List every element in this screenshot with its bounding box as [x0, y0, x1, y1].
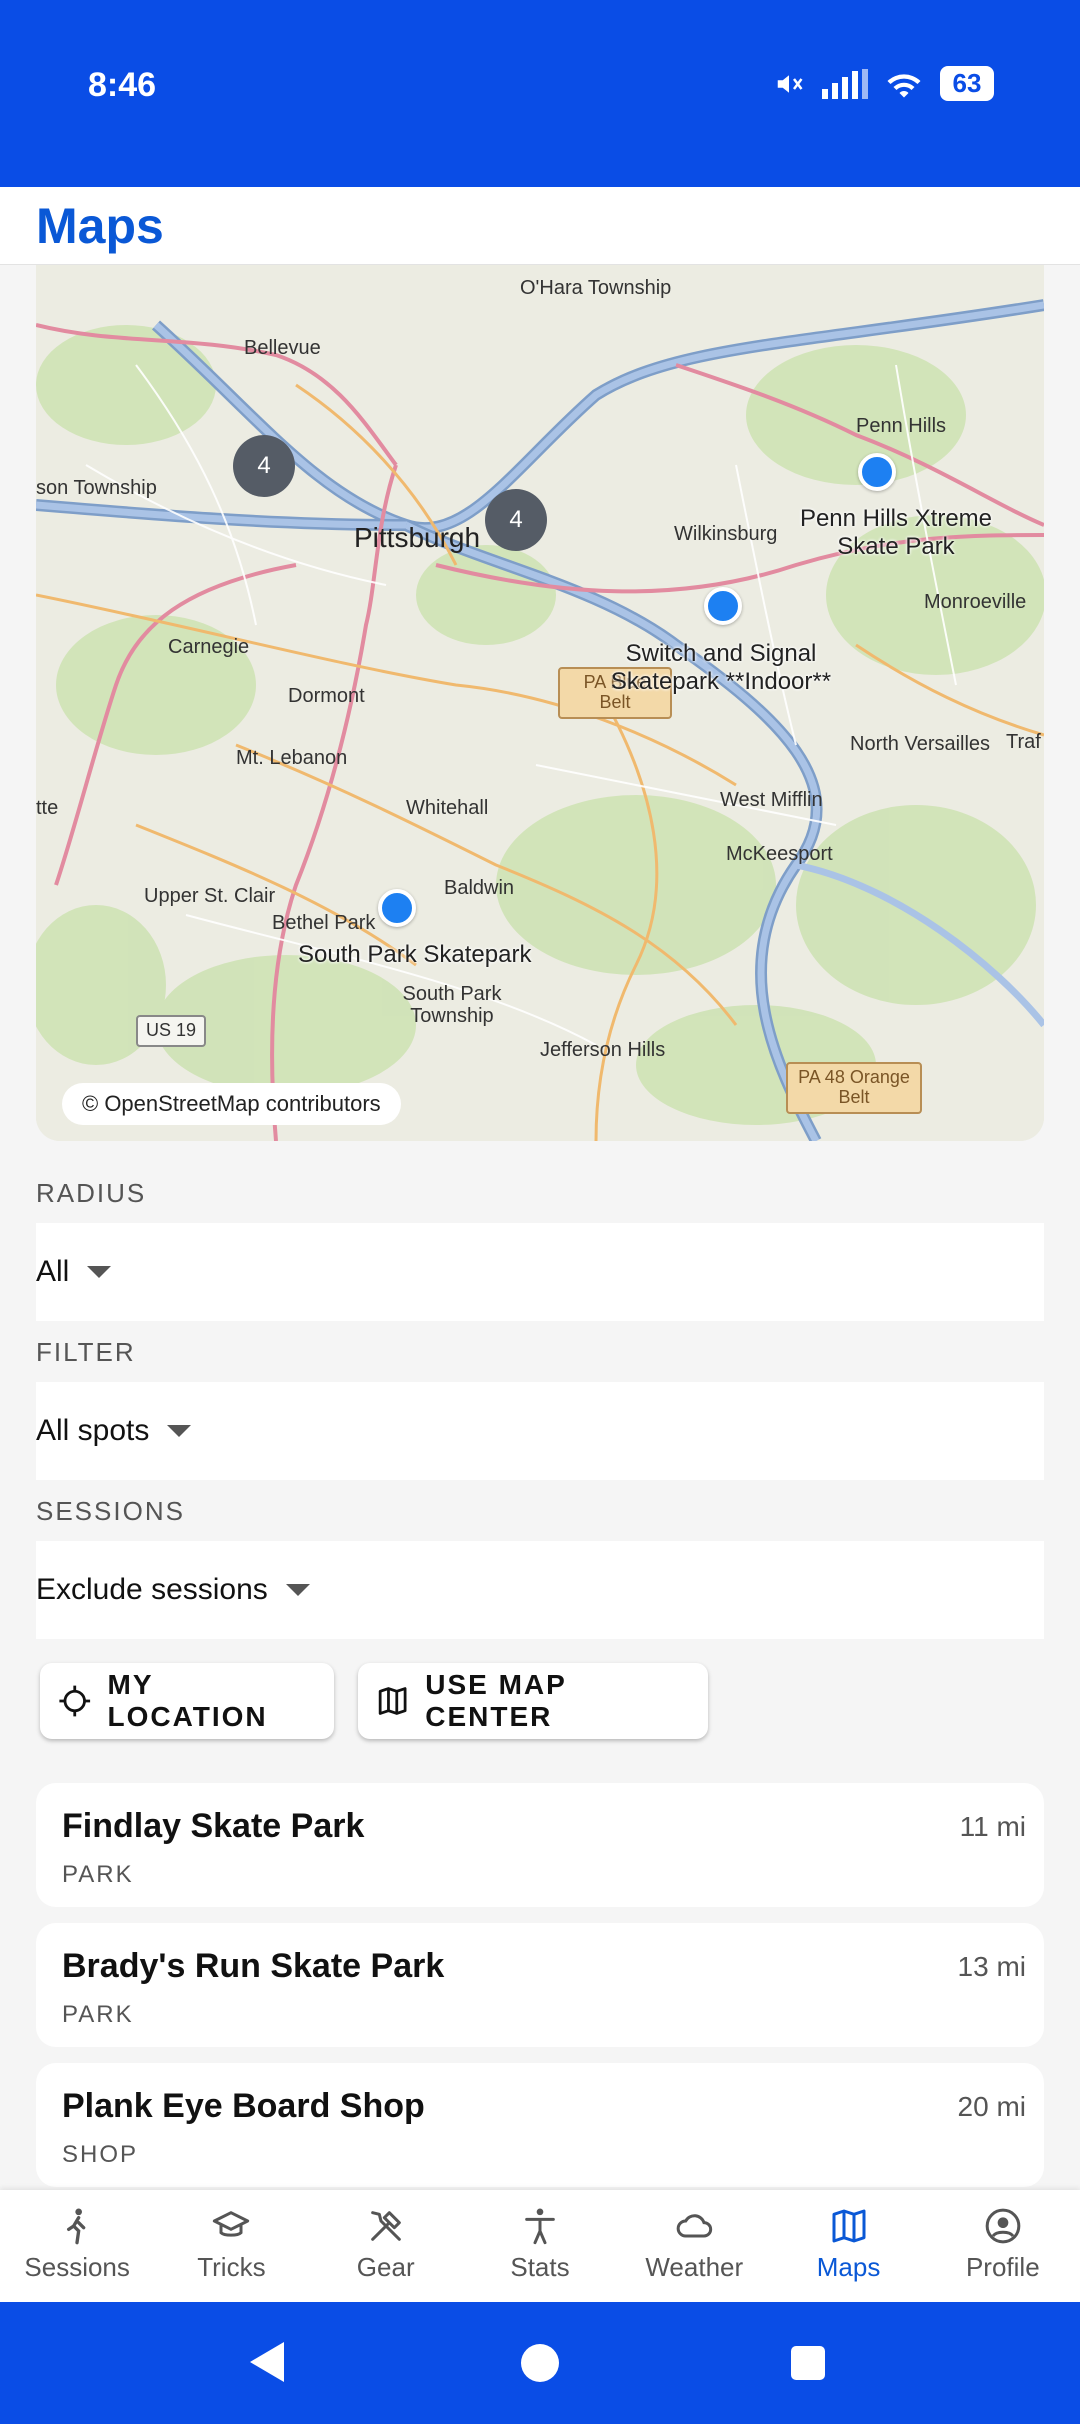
map-place-label: son Township	[36, 477, 157, 499]
spot-type: PARK	[62, 2001, 134, 2028]
nav-gear[interactable]: Gear	[309, 2190, 463, 2302]
map-place-label: South Park Township	[402, 983, 502, 1027]
map-place-label: Mt. Lebanon	[236, 747, 348, 769]
back-icon[interactable]	[250, 2342, 284, 2382]
nav-label: Maps	[816, 2252, 881, 2282]
nav-label: Weather	[645, 2252, 744, 2282]
person-icon	[525, 2208, 555, 2245]
spot-marker[interactable]	[378, 889, 416, 927]
sessions-label: SESSIONS	[36, 1496, 185, 1526]
map-cluster-marker[interactable]: 4	[485, 489, 547, 551]
map-place-label: Pittsburgh	[354, 522, 481, 553]
map-place-label: Wilkinsburg	[674, 523, 778, 545]
nav-sessions[interactable]: Sessions	[0, 2190, 154, 2302]
wifi-icon	[887, 73, 921, 97]
tools-icon	[370, 2211, 401, 2241]
nav-maps[interactable]: Maps	[771, 2190, 925, 2302]
cloud-icon	[677, 2214, 713, 2238]
nav-tricks[interactable]: Tricks	[154, 2190, 308, 2302]
nav-label: Stats	[510, 2252, 570, 2282]
spot-distance: 13 mi	[957, 1951, 1026, 1982]
page-title: Maps	[36, 198, 164, 254]
spot-marker-label: Switch and Signal Skatepark **Indoor**	[610, 640, 832, 695]
spot-name: Findlay Skate Park	[62, 1807, 365, 1845]
map-place-label: West Mifflin	[720, 789, 823, 811]
map-place-label: Penn Hills	[856, 415, 947, 437]
nav-profile[interactable]: Profile	[926, 2190, 1080, 2302]
sessions-value: Exclude sessions	[36, 1573, 268, 1606]
mute-icon	[777, 74, 803, 93]
spot-marker[interactable]	[858, 453, 896, 491]
filter-select[interactable]: All spots	[36, 1382, 1044, 1480]
route-shield: PA 48 Orange Belt	[786, 1062, 922, 1114]
my-location-label: MY LOCATION	[107, 1669, 268, 1732]
spot-name: Plank Eye Board Shop	[62, 2087, 425, 2125]
map-place-label: Baldwin	[444, 877, 515, 899]
map-place-label: McKeesport	[726, 843, 833, 865]
filter-label: FILTER	[36, 1337, 136, 1367]
account-circle-icon	[985, 2208, 1021, 2244]
map-attribution[interactable]: © OpenStreetMap contributors	[62, 1083, 401, 1125]
map-icon	[378, 1687, 407, 1715]
map-cluster-marker[interactable]: 4	[233, 435, 295, 497]
map-place-label: Dormont	[288, 685, 365, 707]
radius-select[interactable]: All	[36, 1223, 1044, 1321]
crosshair-icon	[59, 1685, 91, 1717]
nav-stats[interactable]: Stats	[463, 2190, 617, 2302]
spot-list-item[interactable]: Brady's Run Skate Park PARK 13 mi	[36, 1923, 1044, 2047]
spot-distance: 20 mi	[957, 2091, 1026, 2122]
map-place-label: Traf	[1006, 731, 1041, 753]
signal-icon	[822, 68, 868, 99]
spot-name: Brady's Run Skate Park	[62, 1947, 445, 1985]
dropdown-arrow-icon	[167, 1425, 192, 1437]
battery-indicator: 63	[940, 66, 994, 101]
bottom-nav: Sessions Tricks Gear Stats Weather Maps …	[0, 2190, 1080, 2302]
dropdown-arrow-icon	[87, 1266, 112, 1278]
spot-marker-label: South Park Skatepark	[298, 941, 532, 968]
map-place-label: North Versailles	[850, 733, 991, 755]
map-place-label: Monroeville	[924, 591, 1027, 613]
app-header: Maps	[0, 187, 1080, 265]
filter-value: All spots	[36, 1414, 150, 1447]
map-base	[36, 265, 1044, 1141]
map-place-label: Carnegie	[168, 636, 250, 658]
walking-icon	[67, 2208, 86, 2245]
status-icons: 63	[774, 66, 994, 101]
map-icon	[832, 2209, 866, 2243]
spot-distance: 11 mi	[959, 1811, 1026, 1842]
home-icon[interactable]	[521, 2344, 559, 2382]
system-nav-bar	[0, 2302, 1080, 2424]
use-map-center-button[interactable]: USE MAP CENTER	[358, 1663, 708, 1739]
sessions-select[interactable]: Exclude sessions	[36, 1541, 1044, 1639]
spot-type: PARK	[62, 1861, 134, 1888]
status-time: 8:46	[88, 66, 157, 104]
spot-list-item[interactable]: Findlay Skate Park PARK 11 mi	[36, 1783, 1044, 1907]
my-location-button[interactable]: MY LOCATION	[40, 1663, 334, 1739]
map-view[interactable]: O'Hara Township Bellevue Penn Hills son …	[36, 265, 1044, 1141]
spot-type: SHOP	[62, 2141, 139, 2168]
map-place-label: Whitehall	[406, 797, 489, 819]
nav-label: Tricks	[197, 2252, 266, 2282]
map-place-label: Jefferson Hills	[540, 1039, 666, 1061]
map-place-label: Upper St. Clair	[144, 885, 276, 907]
status-bar: 8:46 63	[0, 0, 1080, 187]
map-place-label: Bellevue	[244, 337, 321, 359]
map-place-label: tte	[36, 797, 59, 819]
nav-label: Gear	[356, 2252, 415, 2282]
spot-marker-label: Penn Hills Xtreme Skate Park	[799, 505, 993, 560]
radius-value: All	[36, 1255, 70, 1288]
map-place-label: O'Hara Township	[520, 277, 672, 299]
nav-weather[interactable]: Weather	[617, 2190, 771, 2302]
spot-marker[interactable]	[704, 587, 742, 625]
recents-icon[interactable]	[791, 2346, 825, 2380]
map-place-label: Bethel Park	[272, 912, 376, 934]
radius-label: RADIUS	[36, 1178, 147, 1208]
route-shield: US 19	[136, 1015, 207, 1047]
nav-label: Sessions	[24, 2252, 130, 2282]
use-map-center-label: USE MAP CENTER	[425, 1669, 567, 1732]
dropdown-arrow-icon	[285, 1584, 310, 1596]
spot-list-item[interactable]: Plank Eye Board Shop SHOP 20 mi	[36, 2063, 1044, 2187]
graduation-cap-icon	[213, 2211, 250, 2237]
nav-label: Profile	[965, 2252, 1040, 2282]
